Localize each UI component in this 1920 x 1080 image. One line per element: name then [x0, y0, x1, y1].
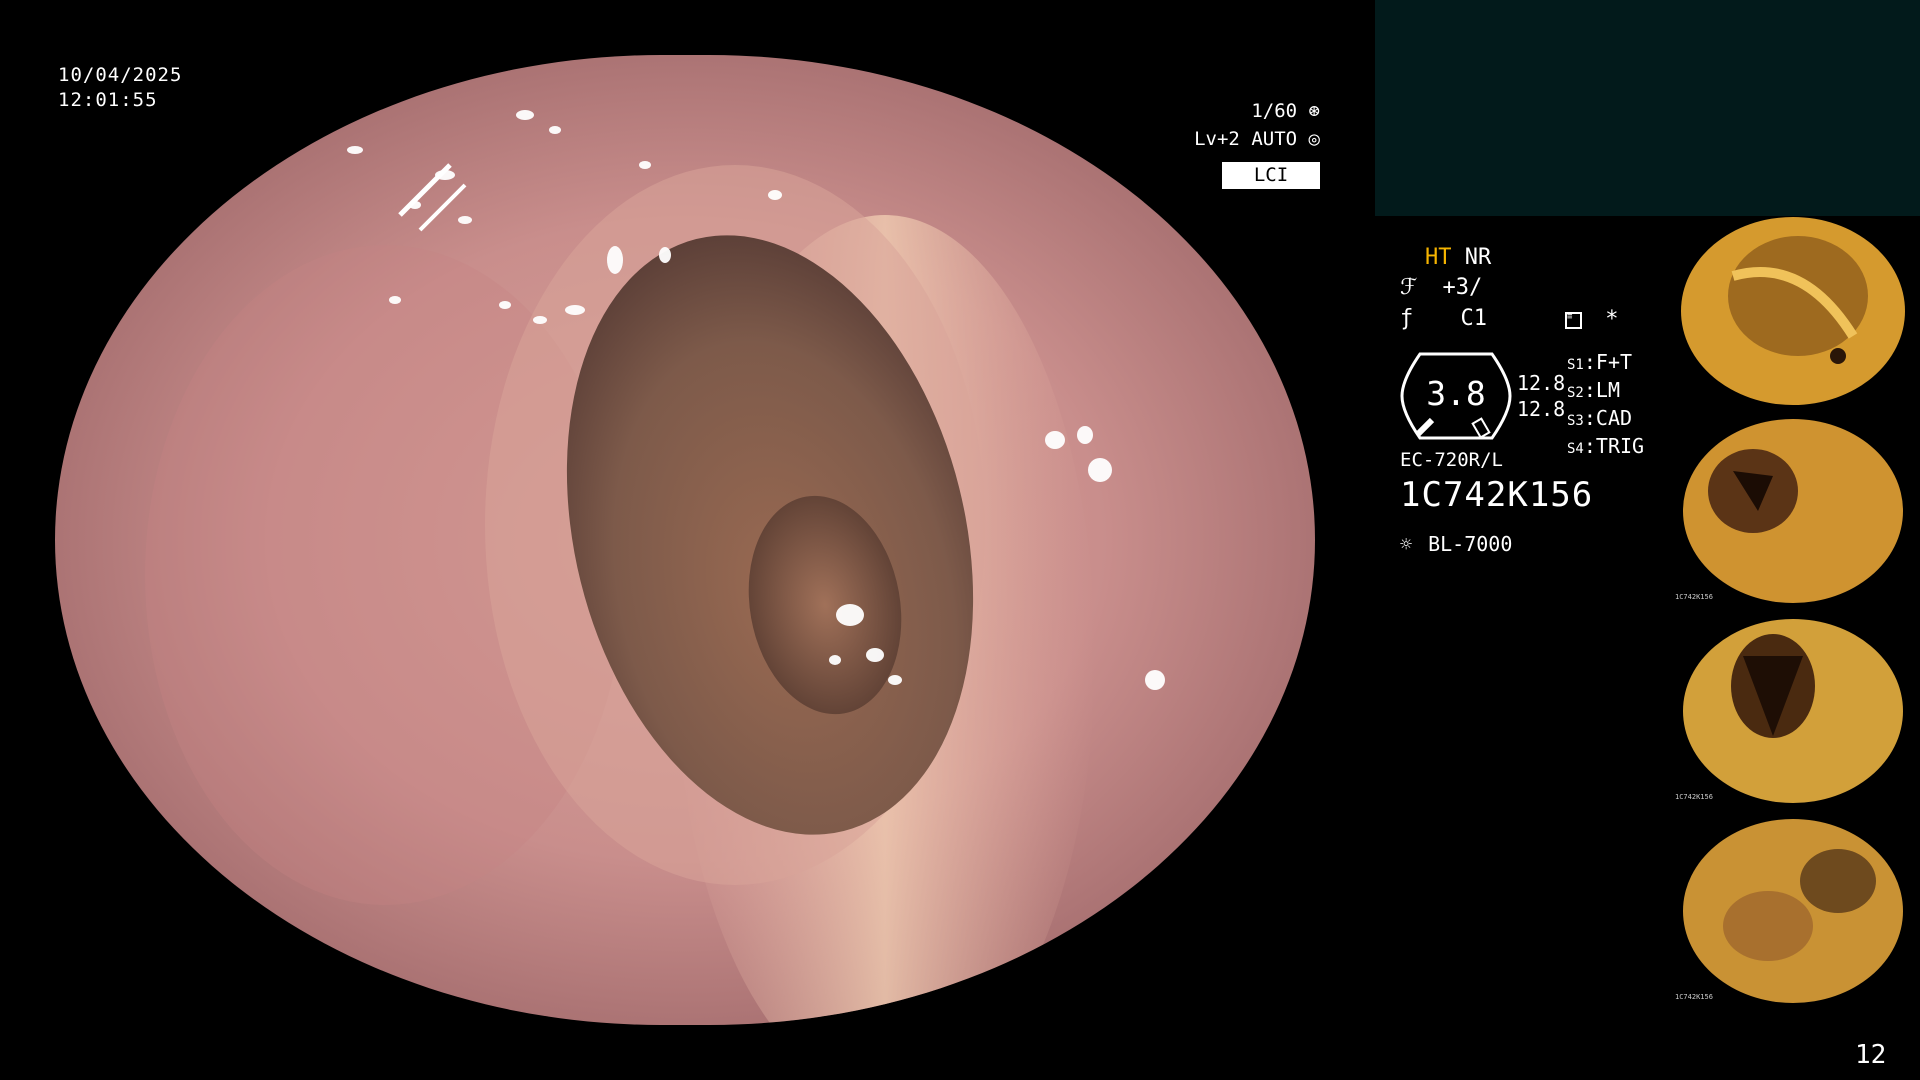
- color-value: C1: [1460, 306, 1488, 331]
- auto-iris-icon: ◎: [1308, 128, 1320, 150]
- thumbnail-image: [1673, 416, 1920, 606]
- thumb-serial: 1C742K156: [1675, 993, 1713, 1001]
- thumbnail-3[interactable]: 1C742K156: [1673, 616, 1920, 806]
- thumb-serial: 1C742K156: [1675, 793, 1713, 801]
- record-icon: ≡: [1565, 311, 1582, 329]
- thumbnail-image: [1673, 816, 1920, 1006]
- switch-key: S1: [1567, 357, 1584, 373]
- exposure-mode: AUTO: [1251, 128, 1298, 150]
- star-marker: *: [1605, 307, 1619, 332]
- blank-info-panel: [1375, 0, 1920, 216]
- nr-label: NR: [1464, 245, 1492, 270]
- lci-mode-badge: LCI: [1222, 162, 1320, 189]
- shutter-row: 1/60 ⊛: [1140, 97, 1320, 125]
- endoscope-main-view: [55, 55, 1315, 1025]
- ht-label: HT: [1425, 245, 1452, 270]
- exposure-overlay: 1/60 ⊛ Lv+2 AUTO ◎: [1140, 97, 1320, 153]
- enhance-row: ℱ +3/: [1400, 273, 1482, 303]
- thumbnail-2[interactable]: 1C742K156: [1673, 416, 1920, 606]
- switch-list: S1:F+T S2:LM S3:CAD S4:TRIG: [1567, 350, 1644, 462]
- level-row: Lv+2 AUTO ◎: [1140, 125, 1320, 153]
- endoscope-image: [55, 55, 1315, 1025]
- zoom-gauge: 3.8: [1400, 350, 1512, 442]
- time-text: 12:01:55: [58, 89, 158, 111]
- scope-serial: 1C742K156: [1400, 475, 1594, 515]
- switch-row: S4:TRIG: [1567, 434, 1645, 458]
- scope-model: EC-720R/L: [1400, 449, 1503, 471]
- enhance-icon: ℱ: [1400, 275, 1418, 300]
- switch-key: S2: [1567, 385, 1584, 401]
- page-number: 12: [1855, 1040, 1887, 1070]
- record-indicator: ≡ *: [1565, 305, 1619, 335]
- level-values: 12.8 12.8: [1517, 370, 1565, 422]
- switch-row: S2:LM: [1567, 378, 1620, 402]
- switch-key: S4: [1567, 441, 1584, 457]
- date-text: 10/04/2025: [58, 64, 183, 86]
- light-level: Lv+2: [1194, 128, 1240, 150]
- shutter-speed: 1/60: [1251, 100, 1298, 122]
- zoom-value: 3.8: [1426, 374, 1486, 413]
- aperture-icon: ⊛: [1308, 100, 1320, 122]
- switch-row: S3:CAD: [1567, 406, 1633, 430]
- thumbnail-4[interactable]: 1C742K156: [1673, 816, 1920, 1006]
- datetime-overlay: 10/04/2025 12:01:55: [58, 63, 182, 113]
- light-source-label: BL-7000: [1428, 532, 1513, 556]
- switch-label: CAD: [1595, 406, 1633, 430]
- switch-row: S1:F+T: [1567, 350, 1633, 374]
- light-source-icon: ☼: [1400, 532, 1413, 556]
- thumbnail-image: [1673, 216, 1920, 406]
- enhance-value: +3/: [1442, 275, 1483, 300]
- thumb-serial: 1C742K156: [1675, 593, 1713, 601]
- value-a: 12.8: [1517, 371, 1566, 395]
- switch-label: TRIG: [1595, 434, 1645, 458]
- color-mode-icon: ƒ: [1400, 306, 1414, 331]
- light-source-row: ☼ BL-7000: [1400, 532, 1512, 556]
- switch-label: F+T: [1595, 350, 1633, 374]
- color-row: ƒ C1: [1400, 304, 1487, 334]
- value-b: 12.8: [1517, 397, 1566, 421]
- processing-settings: HT NR: [1425, 243, 1491, 273]
- switch-key: S3: [1567, 413, 1584, 429]
- switch-label: LM: [1595, 378, 1620, 402]
- thumbnail-1[interactable]: [1673, 216, 1920, 406]
- thumbnail-image: [1673, 616, 1920, 806]
